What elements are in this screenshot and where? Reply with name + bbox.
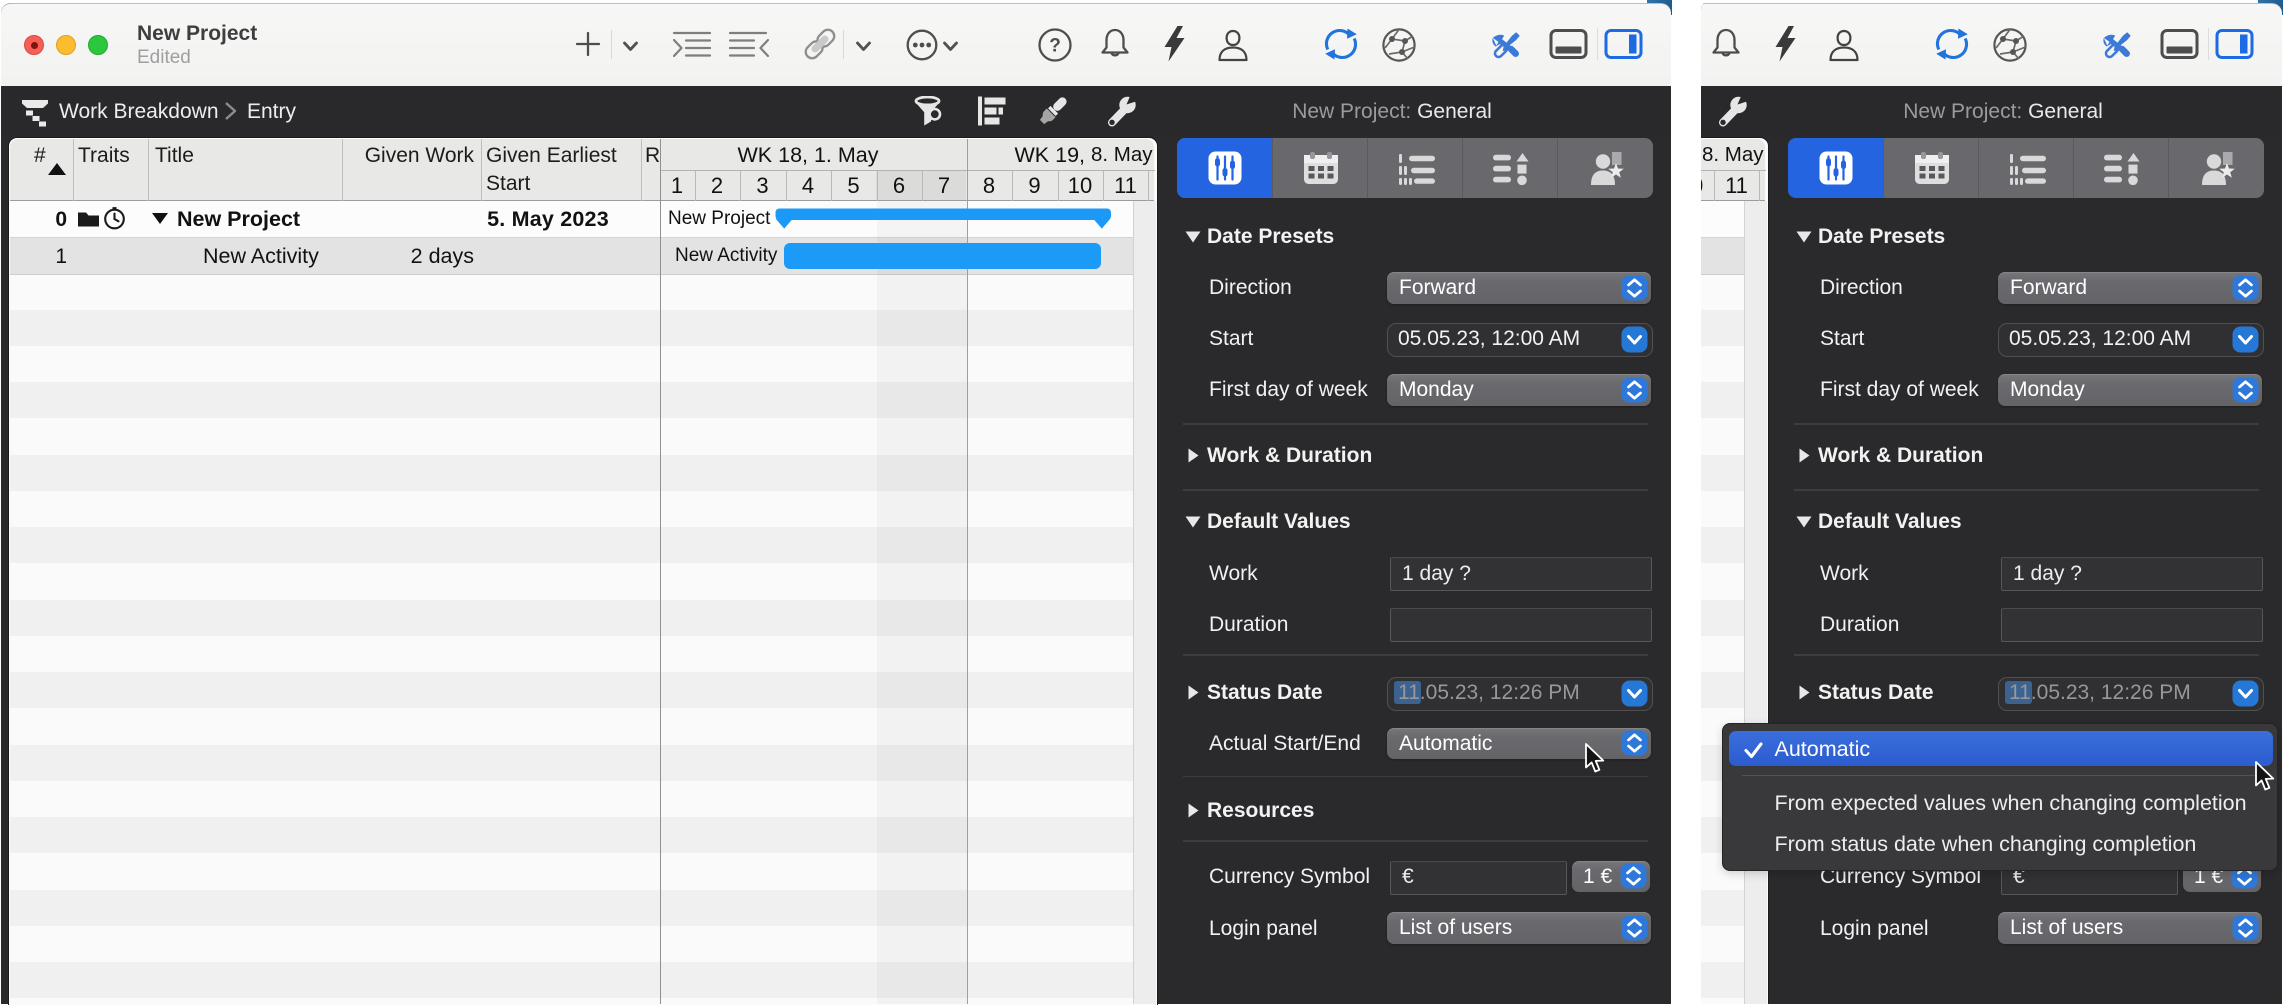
svg-text:?: ? <box>1049 36 1061 57</box>
